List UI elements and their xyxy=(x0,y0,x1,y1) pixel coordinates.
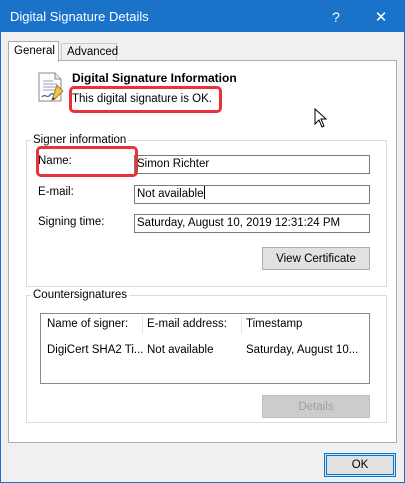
column-divider[interactable] xyxy=(241,316,242,334)
name-value: Simon Richter xyxy=(137,158,210,170)
cell-timestamp: Saturday, August 10... xyxy=(246,344,359,356)
details-button[interactable]: Details xyxy=(262,395,370,418)
countersignatures-label: Countersignatures xyxy=(33,289,127,301)
column-header-email[interactable]: E-mail address: xyxy=(147,318,241,334)
cell-email: Not available xyxy=(147,344,214,356)
dialog-window: Digital Signature Details ? ✕ General Ad… xyxy=(0,0,405,483)
ok-button[interactable]: OK xyxy=(324,453,396,477)
tab-advanced[interactable]: Advanced xyxy=(61,43,118,61)
general-panel: Digital Signature Information This digit… xyxy=(8,60,397,443)
email-label: E-mail: xyxy=(38,186,74,198)
countersignatures-list[interactable]: Name of signer: E-mail address: Timestam… xyxy=(40,313,370,384)
list-header: Name of signer: E-mail address: Timestam… xyxy=(41,314,369,336)
signing-time-label: Signing time: xyxy=(38,216,105,228)
text-caret xyxy=(204,186,206,199)
tab-general[interactable]: General xyxy=(8,41,59,62)
signing-time-field[interactable]: Saturday, August 10, 2019 12:31:24 PM xyxy=(134,214,370,233)
column-divider[interactable] xyxy=(142,316,143,334)
view-certificate-button[interactable]: View Certificate xyxy=(262,247,370,270)
help-icon: ? xyxy=(332,8,340,25)
ok-button-label: OK xyxy=(326,455,394,475)
signature-status: This digital signature is OK. xyxy=(72,93,212,105)
signing-time-value: Saturday, August 10, 2019 12:31:24 PM xyxy=(137,217,341,229)
help-button[interactable]: ? xyxy=(313,1,359,32)
signature-heading: Digital Signature Information xyxy=(72,71,237,85)
email-field[interactable]: Not available xyxy=(134,185,370,204)
column-header-signer[interactable]: Name of signer: xyxy=(47,318,143,334)
name-label: Name: xyxy=(38,155,72,167)
column-header-timestamp[interactable]: Timestamp xyxy=(246,318,366,334)
signature-certificate-icon xyxy=(38,72,64,102)
mouse-pointer-icon xyxy=(314,108,328,128)
name-field[interactable]: Simon Richter xyxy=(134,155,370,174)
cell-signer: DigiCert SHA2 Ti... xyxy=(47,344,143,356)
window-title: Digital Signature Details xyxy=(10,9,149,24)
close-icon: ✕ xyxy=(374,8,388,26)
email-value: Not available xyxy=(137,188,204,200)
signer-information-label: Signer information xyxy=(33,134,127,146)
close-button[interactable]: ✕ xyxy=(358,1,404,32)
title-bar[interactable]: Digital Signature Details ? ✕ xyxy=(1,1,404,32)
